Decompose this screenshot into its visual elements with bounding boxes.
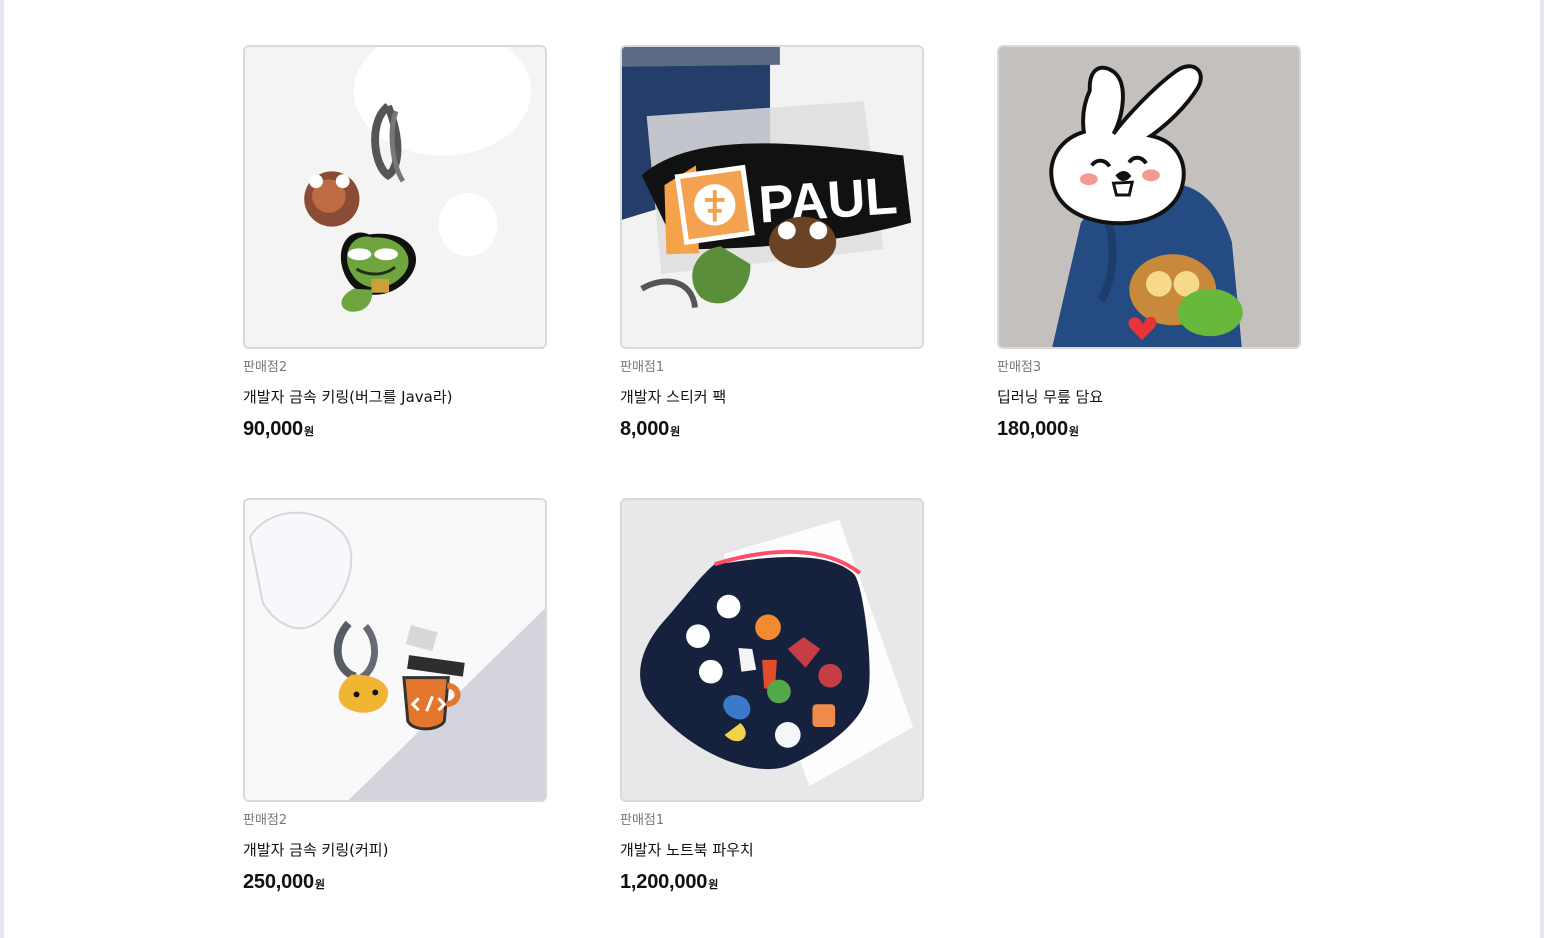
product-seller: 판매점3	[997, 360, 1042, 375]
product-name[interactable]: 개발자 금속 키링(버그를 Java라)	[243, 388, 547, 406]
price-value: 8,000	[620, 418, 670, 440]
product-price: 90,000원	[243, 419, 547, 442]
price-value: 90,000	[243, 418, 303, 440]
product-price: 180,000원	[997, 419, 1301, 442]
product-grid: 판매점2 개발자 금속 키링(버그를 Java라) 90,000원 PAUL 판…	[243, 45, 1301, 895]
product-image-laptop-pouch[interactable]	[620, 498, 924, 802]
sticker-pack-image: PAUL	[622, 47, 922, 347]
currency-unit: 원	[303, 425, 315, 438]
price-value: 180,000	[997, 418, 1068, 440]
price-value: 1,200,000	[620, 871, 708, 893]
product-image-keyring-frog[interactable]	[243, 45, 547, 349]
product-price: 1,200,000원	[620, 872, 924, 895]
product-name[interactable]: 개발자 금속 키링(커피)	[243, 841, 547, 859]
product-image-rabbit-blanket[interactable]	[997, 45, 1301, 349]
rabbit-blanket-image	[999, 47, 1299, 347]
product-seller: 판매점2	[243, 360, 288, 375]
product-card-sticker-pack[interactable]: PAUL 판매점1 개발자 스티커 팩 8,000원	[620, 45, 924, 442]
keyring-coffee-image	[245, 500, 545, 800]
product-seller: 판매점1	[620, 360, 665, 375]
product-price: 250,000원	[243, 872, 547, 895]
product-card-deep-learning-blanket[interactable]: 판매점3 딥러닝 무릎 담요 180,000원	[997, 45, 1301, 442]
product-image-keyring-coffee[interactable]	[243, 498, 547, 802]
currency-unit: 원	[1068, 425, 1080, 438]
product-name[interactable]: 개발자 노트북 파우치	[620, 841, 924, 859]
product-seller: 판매점1	[620, 813, 665, 828]
product-seller: 판매점2	[243, 813, 288, 828]
product-image-sticker-pack[interactable]: PAUL	[620, 45, 924, 349]
product-card-keyring-java[interactable]: 판매점2 개발자 금속 키링(버그를 Java라) 90,000원	[243, 45, 547, 442]
currency-unit: 원	[314, 878, 326, 891]
currency-unit: 원	[708, 878, 719, 891]
currency-unit: 원	[670, 425, 681, 438]
laptop-pouch-image	[622, 500, 922, 800]
price-value: 250,000	[243, 871, 314, 893]
sticker-image-text: PAUL	[757, 167, 899, 235]
keyring-frog-image	[245, 47, 545, 347]
product-price: 8,000원	[620, 419, 924, 442]
product-name[interactable]: 딥러닝 무릎 담요	[997, 388, 1301, 406]
product-card-keyring-coffee[interactable]: 판매점2 개발자 금속 키링(커피) 250,000원	[243, 498, 547, 895]
product-card-laptop-pouch[interactable]: 판매점1 개발자 노트북 파우치 1,200,000원	[620, 498, 924, 895]
product-name[interactable]: 개발자 스티커 팩	[620, 388, 924, 406]
